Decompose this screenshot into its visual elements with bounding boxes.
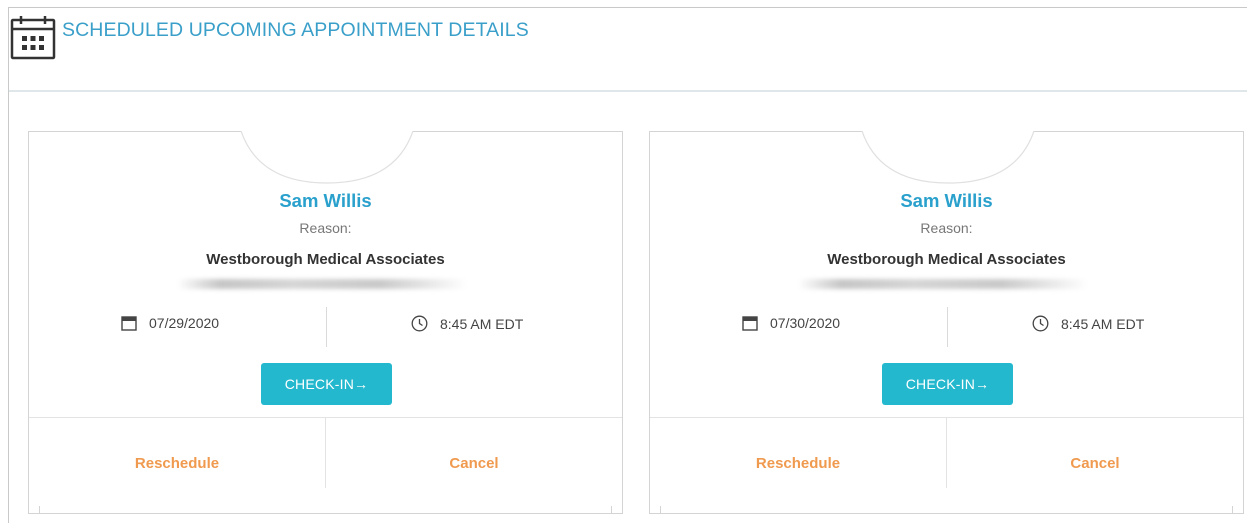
card-notch	[240, 131, 414, 184]
actions-separator	[946, 418, 947, 488]
calendar-icon	[10, 16, 56, 60]
patient-name: Sam Willis	[900, 190, 993, 211]
redacted-address	[798, 279, 1088, 289]
clock-icon	[411, 315, 428, 332]
page-title: SCHEDULED UPCOMING APPOINTMENT DETAILS	[62, 18, 529, 41]
appointment-date: 07/29/2020	[121, 315, 219, 331]
appointment-card: Sam Willis Reason: Westborough Medical A…	[649, 131, 1244, 514]
practice-name: Westborough Medical Associates	[206, 251, 445, 268]
reschedule-link[interactable]: Reschedule	[29, 455, 325, 472]
appointment-date: 07/30/2020	[742, 315, 840, 331]
time-text: 8:45 AM EDT	[440, 315, 524, 332]
reschedule-link[interactable]: Reschedule	[650, 455, 946, 472]
practice-name: Westborough Medical Associates	[827, 251, 1066, 268]
date-text: 07/29/2020	[149, 315, 220, 331]
header-divider	[9, 90, 1247, 92]
page-header: SCHEDULED UPCOMING APPOINTMENT DETAILS	[10, 14, 529, 62]
calendar-small-icon	[742, 316, 758, 331]
card-notch	[861, 131, 1035, 184]
cancel-link[interactable]: Cancel	[947, 455, 1243, 472]
actions-separator	[325, 418, 326, 488]
clock-icon	[1032, 315, 1049, 332]
patient-name: Sam Willis	[279, 190, 372, 211]
card-footer-edge	[660, 506, 1233, 514]
card-footer-edge	[39, 506, 612, 514]
date-time-divider	[326, 307, 327, 347]
appointment-card: Sam Willis Reason: Westborough Medical A…	[28, 131, 623, 514]
reason-label: Reason:	[299, 220, 352, 236]
appointment-time: 8:45 AM EDT	[411, 315, 523, 332]
reason-label: Reason:	[920, 220, 973, 236]
check-in-button[interactable]: CHECK-IN→	[261, 363, 392, 405]
cancel-link[interactable]: Cancel	[326, 455, 622, 472]
time-text: 8:45 AM EDT	[1061, 315, 1145, 332]
appointment-time: 8:45 AM EDT	[1032, 315, 1144, 332]
date-text: 07/30/2020	[770, 315, 841, 331]
calendar-small-icon	[121, 316, 137, 331]
date-time-divider	[947, 307, 948, 347]
check-in-button[interactable]: CHECK-IN→	[882, 363, 1013, 405]
redacted-address	[177, 279, 467, 289]
